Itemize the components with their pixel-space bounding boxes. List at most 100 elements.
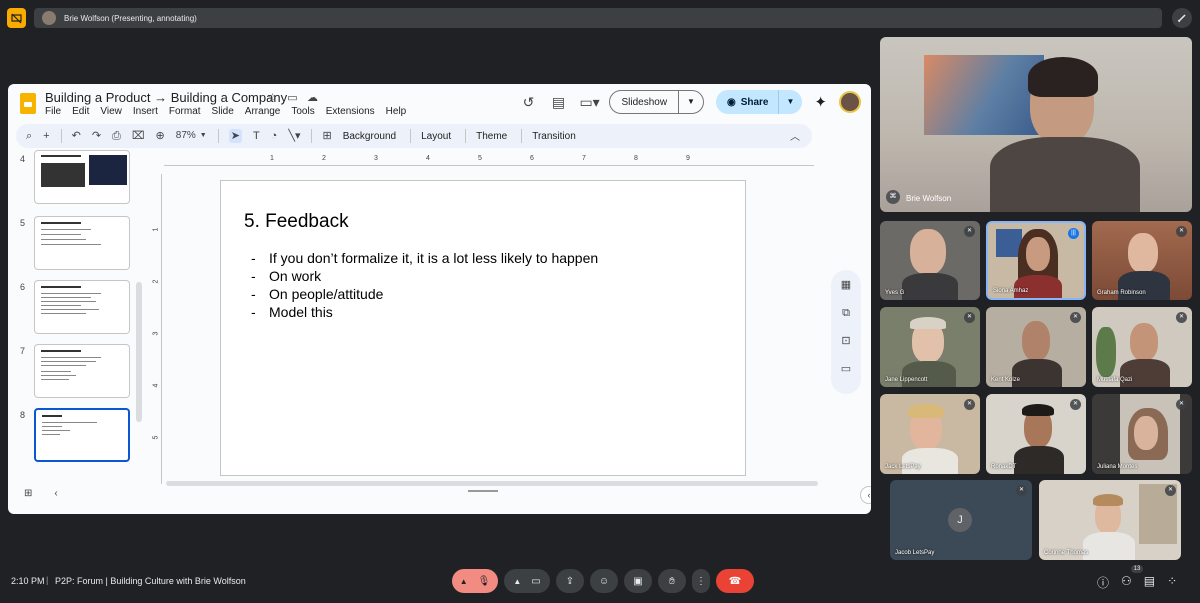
slideshow-button[interactable]: Slideshow ▼: [609, 90, 704, 114]
chat-icon[interactable]: ▤: [1144, 574, 1155, 591]
presenting-icon[interactable]: [7, 8, 26, 28]
menu-slide[interactable]: Slide: [212, 106, 234, 117]
participant-tile[interactable]: ✕ Yves G: [880, 221, 980, 300]
captions-button[interactable]: ▣: [624, 569, 652, 593]
reactions-button[interactable]: ☺: [590, 569, 618, 593]
activities-icon[interactable]: ⁘: [1167, 574, 1177, 591]
participant-tile[interactable]: ✕ Jane Lippencott: [880, 307, 980, 387]
slide-thumbnail-selected[interactable]: [34, 408, 130, 462]
menu-insert[interactable]: Insert: [133, 106, 158, 117]
slide-thumbnail[interactable]: [34, 150, 130, 204]
paint-format-icon[interactable]: ⌧: [132, 129, 145, 143]
camera-toggle-button[interactable]: ▲ ▭: [504, 569, 550, 593]
menu-format[interactable]: Format: [169, 106, 201, 117]
more-vert-icon: ⋮: [696, 575, 706, 587]
menu-tools[interactable]: Tools: [291, 106, 314, 117]
meeting-info-icon[interactable]: ⓘ: [1097, 574, 1109, 591]
cloud-status-icon[interactable]: ☁: [306, 92, 319, 105]
print-icon[interactable]: ⎙: [112, 129, 121, 143]
participant-tile[interactable]: ✕ Mustafa Qazi: [1092, 307, 1192, 387]
side-panel-toggle-icon[interactable]: ‹: [860, 486, 871, 504]
present-screen-button[interactable]: ⇪: [556, 569, 584, 593]
menu-file[interactable]: File: [45, 106, 61, 117]
side-panel: ▦ ⧉ ⊡ ▭: [831, 270, 861, 394]
slide-thumbnail[interactable]: [34, 280, 130, 334]
redo-icon[interactable]: ↷: [92, 129, 101, 143]
new-slide-icon[interactable]: +: [43, 129, 49, 143]
participant-tile[interactable]: ✕ Juliana Montes: [1092, 394, 1192, 474]
insert-comment-icon[interactable]: ⊞: [322, 129, 331, 143]
gemini-sparkle-icon[interactable]: ✦: [814, 93, 827, 111]
menu-edit[interactable]: Edit: [72, 106, 89, 117]
select-tool-icon[interactable]: ➤: [228, 129, 242, 143]
account-avatar[interactable]: [839, 91, 861, 113]
line-icon[interactable]: ╲▾: [288, 129, 300, 143]
slide-canvas[interactable]: 5. Feedback - If you don’t formalize it, …: [220, 180, 746, 476]
chevron-up-icon[interactable]: ▲: [513, 577, 521, 586]
contacts-icon[interactable]: ⊡: [841, 334, 850, 348]
slide-bullet-list[interactable]: - If you don’t formalize it, it is a lot …: [251, 249, 598, 321]
pin-icon[interactable]: ⌘: [886, 190, 900, 204]
more-options-button[interactable]: ⋮: [692, 569, 710, 593]
pen-icon: [1177, 14, 1186, 23]
comments-icon[interactable]: ▤: [549, 93, 567, 111]
search-menus-icon[interactable]: ⌕: [26, 129, 32, 143]
share-button[interactable]: ◉ Share ▼: [715, 90, 803, 114]
participant-tile[interactable]: ✕ Graham Robinson: [1092, 221, 1192, 300]
participant-tile[interactable]: ✕ Kent Kolze: [986, 307, 1086, 387]
raise-hand-button[interactable]: ✋︎: [658, 569, 686, 593]
keep-icon[interactable]: ⧉: [842, 306, 850, 320]
menu-extensions[interactable]: Extensions: [326, 106, 375, 117]
participant-name: RonakDT: [991, 464, 1017, 470]
layout-button[interactable]: Layout: [421, 131, 451, 142]
menu-arrange[interactable]: Arrange: [245, 106, 281, 117]
title-separator: |: [46, 575, 49, 585]
participant-tile-speaking[interactable]: ||| Siona Amhaz: [986, 221, 1086, 300]
presenter-banner-text: Brie Wolfson (Presenting, annotating): [64, 13, 197, 23]
move-folder-icon[interactable]: ▭: [286, 92, 299, 105]
collapse-toolbar-icon[interactable]: ︿: [790, 128, 800, 143]
share-dropdown-icon[interactable]: ▼: [777, 90, 803, 114]
menu-view[interactable]: View: [100, 106, 122, 117]
filmstrip-scrollbar[interactable]: [136, 282, 142, 422]
participant-tile[interactable]: ✕ Corinne Thomas: [1039, 480, 1181, 560]
theme-button[interactable]: Theme: [476, 131, 507, 142]
grid-view-icon[interactable]: ⊞: [24, 488, 32, 499]
slide-title[interactable]: 5. Feedback: [244, 211, 349, 233]
main-speaker-tile[interactable]: ⌘ Brie Wolfson: [880, 37, 1192, 212]
version-history-icon[interactable]: ↺: [519, 93, 537, 111]
meet-camera-icon[interactable]: ▭▾: [579, 93, 599, 111]
slideshow-dropdown-icon[interactable]: ▼: [678, 90, 703, 114]
menu-help[interactable]: Help: [386, 106, 407, 117]
star-icon[interactable]: ☆: [266, 92, 279, 105]
undo-icon[interactable]: ↶: [72, 129, 81, 143]
shape-icon[interactable]: ◔: [271, 129, 278, 143]
transition-button[interactable]: Transition: [532, 131, 576, 142]
participant-tile[interactable]: ✕ Jack LetsPay: [880, 394, 980, 474]
speaker-notes-handle[interactable]: [468, 490, 498, 492]
slides-logo[interactable]: [20, 93, 36, 114]
meeting-title: P2P: Forum | Building Culture with Brie …: [55, 576, 246, 586]
slide-thumbnail[interactable]: [34, 216, 130, 270]
globe-icon: ◉: [726, 96, 736, 108]
annotate-button[interactable]: [1172, 8, 1192, 28]
zoom-dropdown-icon[interactable]: ▼: [200, 129, 207, 143]
zoom-icon[interactable]: ⊕: [156, 129, 165, 143]
people-icon[interactable]: ⚇: [1121, 574, 1132, 591]
slide-thumbnail[interactable]: [34, 344, 130, 398]
leave-call-button[interactable]: ☎︎: [716, 569, 754, 593]
ruler-tick-label: 8: [634, 155, 638, 162]
participant-tile[interactable]: J ✕ Jacob LetsPay: [890, 480, 1032, 560]
participant-tile[interactable]: ✕ RonakDT: [986, 394, 1086, 474]
presenter-avatar: [42, 11, 56, 25]
zoom-level[interactable]: 87%: [176, 129, 196, 143]
doc-title[interactable]: Building a Product → Building a Company: [45, 90, 287, 105]
canvas-scrollbar[interactable]: [166, 481, 818, 486]
mic-toggle-button[interactable]: ▲ 🎙︎: [452, 569, 498, 593]
calendar-icon[interactable]: ▦: [841, 278, 851, 292]
drive-folder-icon[interactable]: ▭: [841, 362, 851, 376]
text-box-icon[interactable]: T: [253, 129, 260, 143]
background-button[interactable]: Background: [343, 131, 396, 142]
collapse-filmstrip-icon[interactable]: ‹: [54, 488, 57, 499]
chevron-up-icon[interactable]: ▲: [460, 577, 468, 586]
